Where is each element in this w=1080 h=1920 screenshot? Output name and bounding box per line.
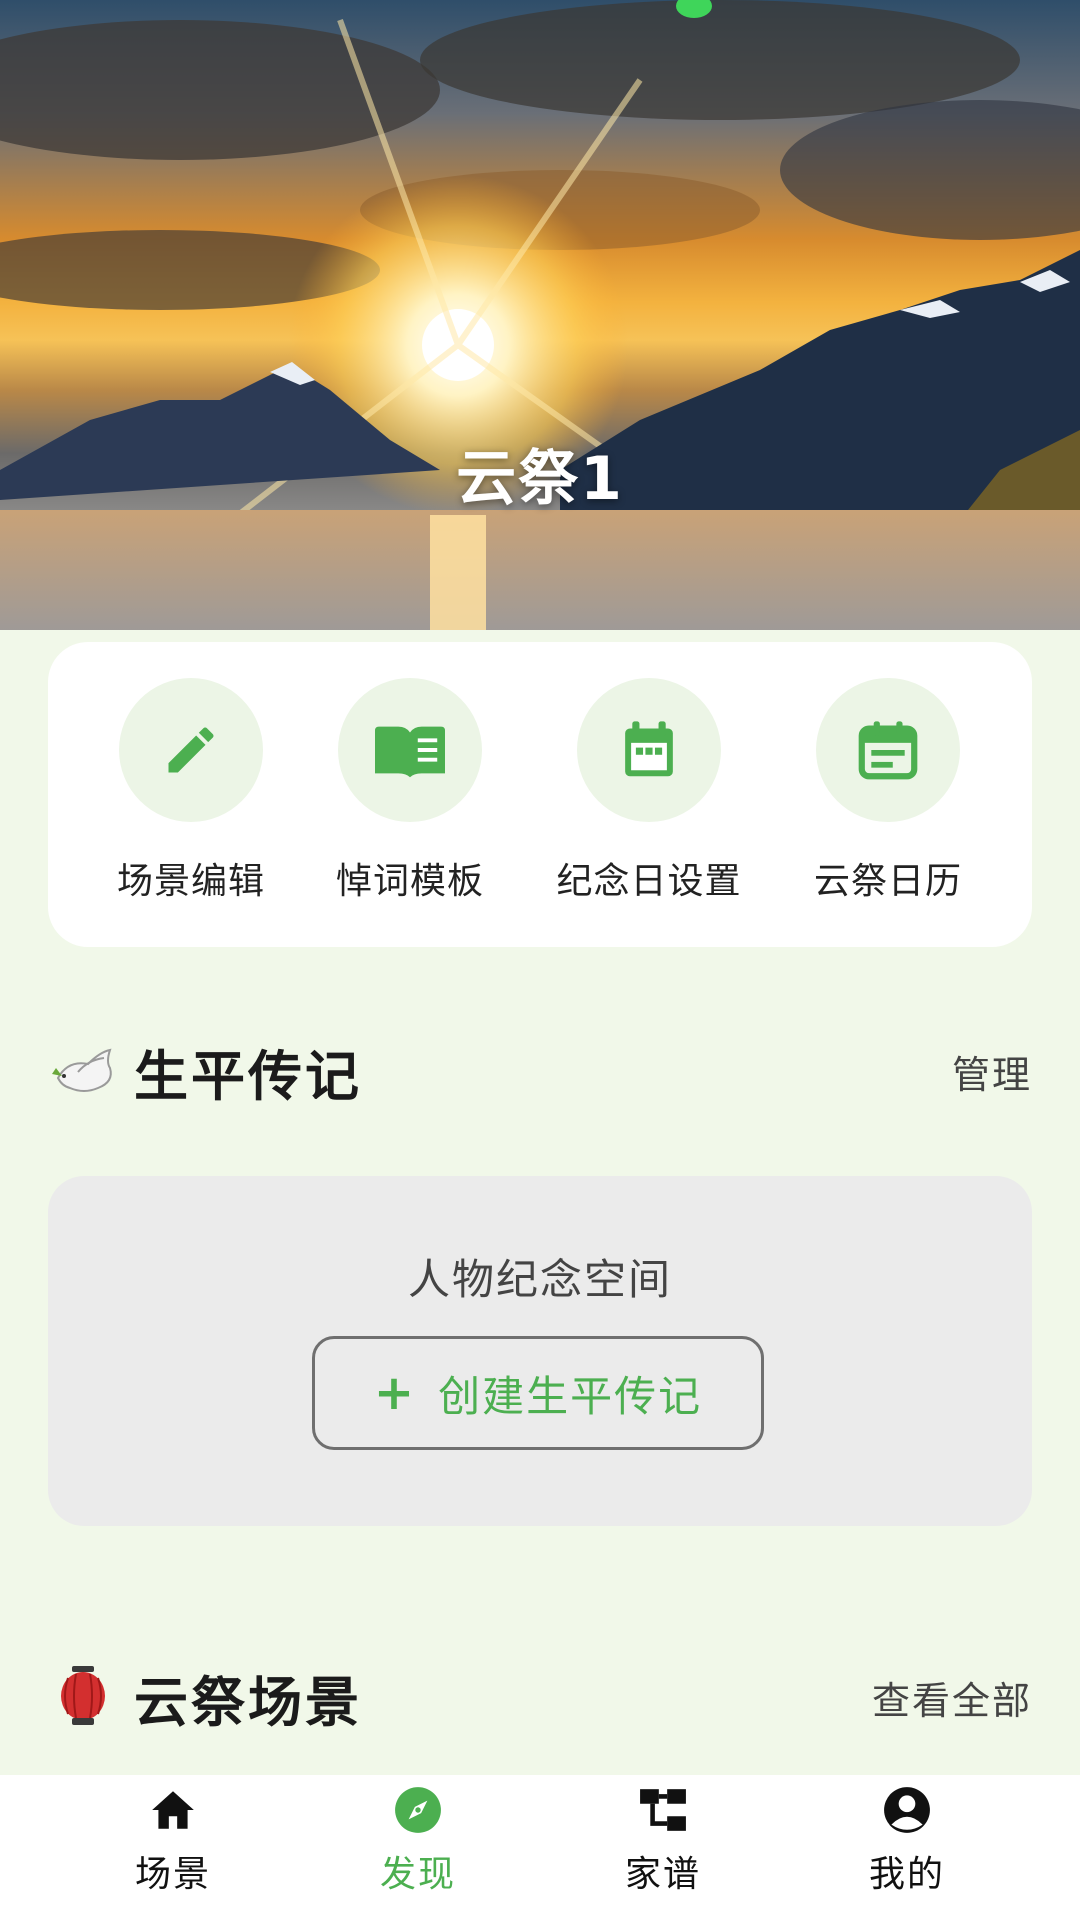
quick-action-cloud-calendar[interactable]: 云祭日历 bbox=[783, 678, 993, 904]
book-icon bbox=[375, 726, 445, 778]
family-tree-icon bbox=[640, 1789, 686, 1831]
calendar-list-icon bbox=[858, 721, 918, 780]
quick-action-circle bbox=[119, 678, 263, 822]
nav-tab-scenes[interactable]: 场景 bbox=[38, 1775, 308, 1920]
quick-action-label: 云祭日历 bbox=[813, 861, 962, 902]
hero-banner: 云祭1 bbox=[0, 0, 1080, 630]
quick-action-eulogy-template[interactable]: 悼词模板 bbox=[305, 678, 515, 904]
quick-action-anniversary-settings[interactable]: 纪念日设置 bbox=[544, 678, 754, 904]
home-icon bbox=[152, 1791, 194, 1829]
view-all-link[interactable]: 查看全部 bbox=[872, 1670, 1032, 1725]
quick-actions-card: 场景编辑 悼词模板 纪念日设置 云祭日历 bbox=[48, 642, 1032, 947]
quick-action-circle bbox=[338, 678, 482, 822]
quick-action-label: 纪念日设置 bbox=[556, 861, 742, 902]
nav-label: 发现 bbox=[379, 1854, 456, 1895]
section-title: 生平传记 bbox=[134, 1045, 362, 1108]
dove-icon bbox=[52, 1048, 112, 1092]
nav-tab-family-tree[interactable]: 家谱 bbox=[528, 1775, 798, 1920]
bottom-navigation: 场景 发现 家谱 我的 bbox=[0, 1775, 1080, 1920]
manage-link[interactable]: 管理 bbox=[952, 1044, 1032, 1099]
quick-action-label: 场景编辑 bbox=[116, 861, 265, 902]
hero-title: 云祭1 bbox=[456, 444, 624, 514]
scenes-section-header: 云祭场景 查看全部 bbox=[48, 1656, 1032, 1736]
plus-icon: + bbox=[373, 1365, 417, 1421]
nav-tab-profile[interactable]: 我的 bbox=[772, 1775, 1042, 1920]
quick-action-scene-edit[interactable]: 场景编辑 bbox=[86, 678, 296, 904]
sunset-landscape-image bbox=[0, 0, 1080, 630]
lantern-icon bbox=[61, 1666, 105, 1725]
memorial-space-caption: 人物纪念空间 bbox=[407, 1255, 672, 1304]
nav-label: 场景 bbox=[134, 1854, 211, 1895]
biography-section-header: 生平传记 管理 bbox=[48, 1030, 1032, 1110]
quick-action-circle bbox=[816, 678, 960, 822]
pencil-icon bbox=[168, 727, 214, 773]
nav-label: 我的 bbox=[868, 1854, 945, 1895]
quick-action-label: 悼词模板 bbox=[335, 861, 484, 902]
compass-icon bbox=[395, 1787, 441, 1833]
biography-card: 人物纪念空间 + 创建生平传记 bbox=[48, 1176, 1032, 1526]
quick-action-circle bbox=[577, 678, 721, 822]
nav-label: 家谱 bbox=[624, 1854, 701, 1895]
nav-tab-discover[interactable]: 发现 bbox=[283, 1775, 553, 1920]
profile-icon bbox=[884, 1787, 930, 1833]
section-title: 云祭场景 bbox=[134, 1671, 362, 1734]
create-biography-button[interactable]: + 创建生平传记 bbox=[312, 1336, 764, 1450]
create-biography-label: 创建生平传记 bbox=[438, 1371, 703, 1421]
calendar-icon bbox=[625, 721, 673, 777]
